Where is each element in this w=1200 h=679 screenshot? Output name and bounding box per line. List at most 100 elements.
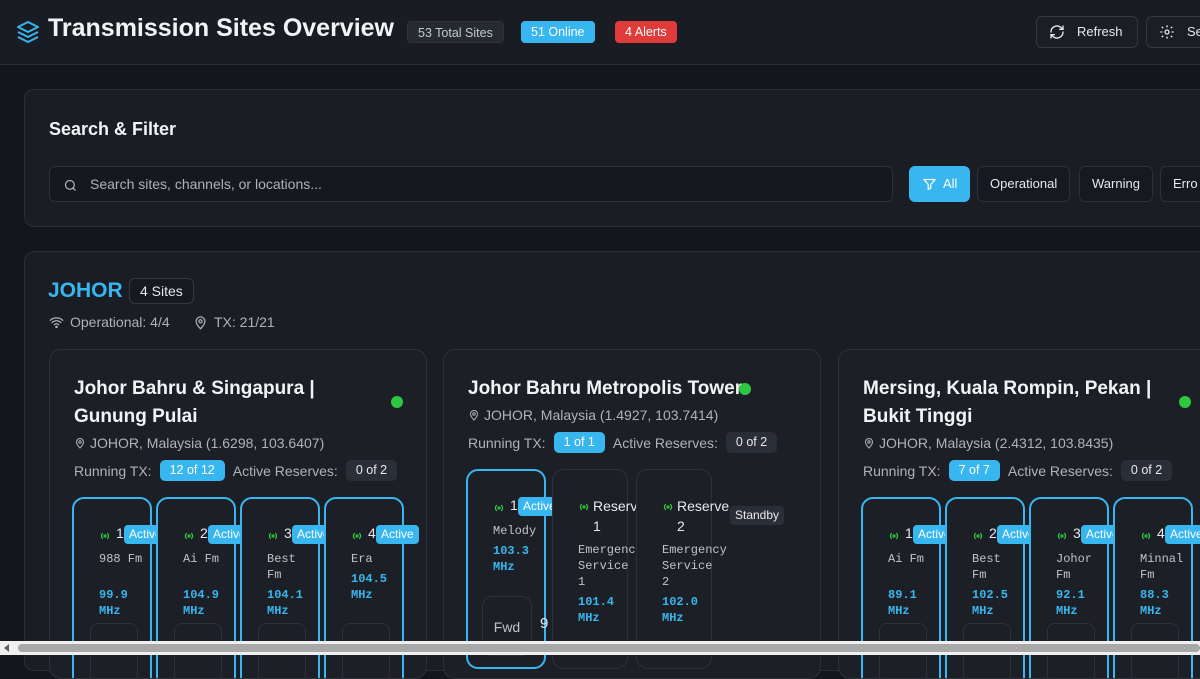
frequency: 102.5 MHz <box>972 588 1009 618</box>
frequency: 104.9 MHz <box>183 588 220 618</box>
scroll-left-icon[interactable] <box>4 644 9 652</box>
search-filter-heading: Search & Filter <box>49 119 177 139</box>
search-icon <box>64 179 76 191</box>
layers-icon <box>17 21 39 43</box>
scrollbar-thumb[interactable] <box>18 644 1200 652</box>
reserves-badge: 0 of 2 <box>725 432 778 453</box>
frequency: 104.1 MHz <box>267 588 304 618</box>
channel-name: Era <box>351 552 373 566</box>
site-location-text: JOHOR, Malaysia (1.6298, 103.6407) <box>90 435 325 451</box>
signal-icon <box>352 532 362 540</box>
reserve-label: Reserve 2 <box>677 498 730 534</box>
channel-name: Ai Fm <box>183 552 220 566</box>
transmitter-number: 1 <box>510 497 518 513</box>
site-counts: Running TX: 12 of 12 Active Reserves: 0 … <box>74 460 398 481</box>
signal-icon <box>889 532 899 540</box>
transmitter-number: 4 <box>368 525 376 541</box>
filter-operational-button[interactable]: Operational <box>977 166 1071 202</box>
signal-icon <box>663 503 673 511</box>
transmitter-card[interactable]: 1 Active Melody 103.3 MHz Fwd 9 <box>466 469 561 669</box>
status-dot <box>739 383 751 395</box>
channel-name: Emergency Service 2 <box>662 543 727 589</box>
site-location: JOHOR, Malaysia (2.4312, 103.8435) <box>863 435 1113 451</box>
signal-icon <box>579 503 589 511</box>
running-label: Running TX: <box>863 462 941 479</box>
site-location-text: JOHOR, Malaysia (1.4927, 103.7414) <box>484 407 719 423</box>
site-card[interactable]: Johor Bahru & Singapura | Gunung Pulai J… <box>49 349 427 679</box>
frequency: 102.0 MHz <box>662 595 699 625</box>
site-card[interactable]: Mersing, Kuala Rompin, Pekan | Bukit Tin… <box>838 349 1200 679</box>
signal-icon <box>1057 532 1067 540</box>
top-header: Transmission Sites Overview 53 Total Sit… <box>0 0 1200 65</box>
transmitter-number: 1 <box>905 525 913 541</box>
search-input[interactable] <box>90 167 870 201</box>
running-badge: 12 of 12 <box>159 460 225 481</box>
horizontal-scrollbar[interactable] <box>0 641 1200 655</box>
site-name: Johor Bahru & Singapura | Gunung Pulai <box>74 378 315 427</box>
refresh-button[interactable]: Refresh <box>1036 16 1138 48</box>
refresh-icon <box>1050 25 1064 39</box>
map-pin-icon <box>75 438 85 449</box>
transmitter-number: 4 <box>1157 525 1165 541</box>
region-sites-badge: 4 Sites <box>129 278 194 304</box>
frequency: 92.1 MHz <box>1056 588 1085 618</box>
wifi-icon <box>49 316 64 328</box>
reserves-badge: 0 of 2 <box>345 460 398 481</box>
transmitter-number: 2 <box>989 525 997 541</box>
active-badge: Active <box>376 525 419 544</box>
frequency: 99.9 MHz <box>99 588 128 618</box>
status-dot <box>391 396 403 408</box>
signal-icon <box>184 532 194 540</box>
channel-name: Melody <box>493 524 537 538</box>
frequency: 101.4 MHz <box>578 595 615 625</box>
filter-error-button[interactable]: Erro <box>1160 166 1200 202</box>
channel-name: Best Fm <box>267 552 296 582</box>
standby-badge: Standby <box>730 506 785 525</box>
region-tx-text: TX: 21/21 <box>214 314 275 330</box>
status-dot <box>1179 396 1191 408</box>
search-box[interactable] <box>49 166 893 202</box>
filter-all-label: All <box>943 176 958 191</box>
region-operational-stat: Operational: 4/4 <box>49 314 170 330</box>
refresh-label: Refresh <box>1077 24 1123 39</box>
signal-icon <box>494 504 504 512</box>
signal-icon <box>100 532 110 540</box>
filter-all-button[interactable]: All <box>909 166 971 202</box>
running-badge: 7 of 7 <box>948 460 1000 481</box>
region-panel-johor: JOHOR 4 Sites Operational: 4/4 TX: 21/21… <box>24 251 1200 679</box>
site-counts: Running TX: 7 of 7 Active Reserves: 0 of… <box>863 460 1173 481</box>
region-name[interactable]: JOHOR <box>48 279 123 303</box>
site-card[interactable]: Johor Bahru Metropolis Tower JOHOR, Mala… <box>443 349 821 679</box>
alerts-badge[interactable]: 4 Alerts <box>615 21 677 43</box>
reserves-label: Active Reserves: <box>612 434 718 451</box>
page-title: Transmission Sites Overview <box>48 14 394 42</box>
reserve-card[interactable]: Reserve 1 Emergency Service 1 101.4 MHz <box>552 469 645 669</box>
reserve-card[interactable]: Reserve 2 Emergency Service 2 102.0 MHz <box>636 469 730 669</box>
channel-name: Johor Fm <box>1056 552 1093 582</box>
online-badge: 51 Online <box>521 21 595 43</box>
settings-button[interactable]: Se <box>1146 16 1200 48</box>
region-tx-stat: TX: 21/21 <box>193 314 275 330</box>
site-counts: Running TX: 1 of 1 Active Reserves: 0 of… <box>468 432 778 453</box>
map-pin-icon <box>469 410 479 421</box>
active-badge: Active <box>1165 525 1200 544</box>
frequency: 103.3 MHz <box>493 544 530 574</box>
channel-name: Ai Fm <box>888 552 925 566</box>
reserves-label: Active Reserves: <box>1007 462 1113 479</box>
transmitter-extra-value: 9 <box>540 615 549 632</box>
search-filter-panel: Search & Filter All Operational Warning … <box>24 89 1200 227</box>
running-badge: 1 of 1 <box>553 432 605 453</box>
frequency: 104.5 MHz <box>351 572 388 602</box>
channel-name: Minnal Fm <box>1140 552 1184 582</box>
gear-icon <box>1160 25 1174 39</box>
filter-warning-button[interactable]: Warning <box>1079 166 1153 202</box>
site-location: JOHOR, Malaysia (1.6298, 103.6407) <box>74 435 324 451</box>
frequency: 88.3 MHz <box>1140 588 1169 618</box>
running-label: Running TX: <box>468 434 546 451</box>
total-sites-badge: 53 Total Sites <box>407 21 504 43</box>
transmitter-number: 3 <box>284 525 292 541</box>
filter-icon <box>923 178 936 190</box>
site-name: Mersing, Kuala Rompin, Pekan | Bukit Tin… <box>863 378 1152 427</box>
signal-icon <box>973 532 983 540</box>
signal-icon <box>1141 532 1151 540</box>
